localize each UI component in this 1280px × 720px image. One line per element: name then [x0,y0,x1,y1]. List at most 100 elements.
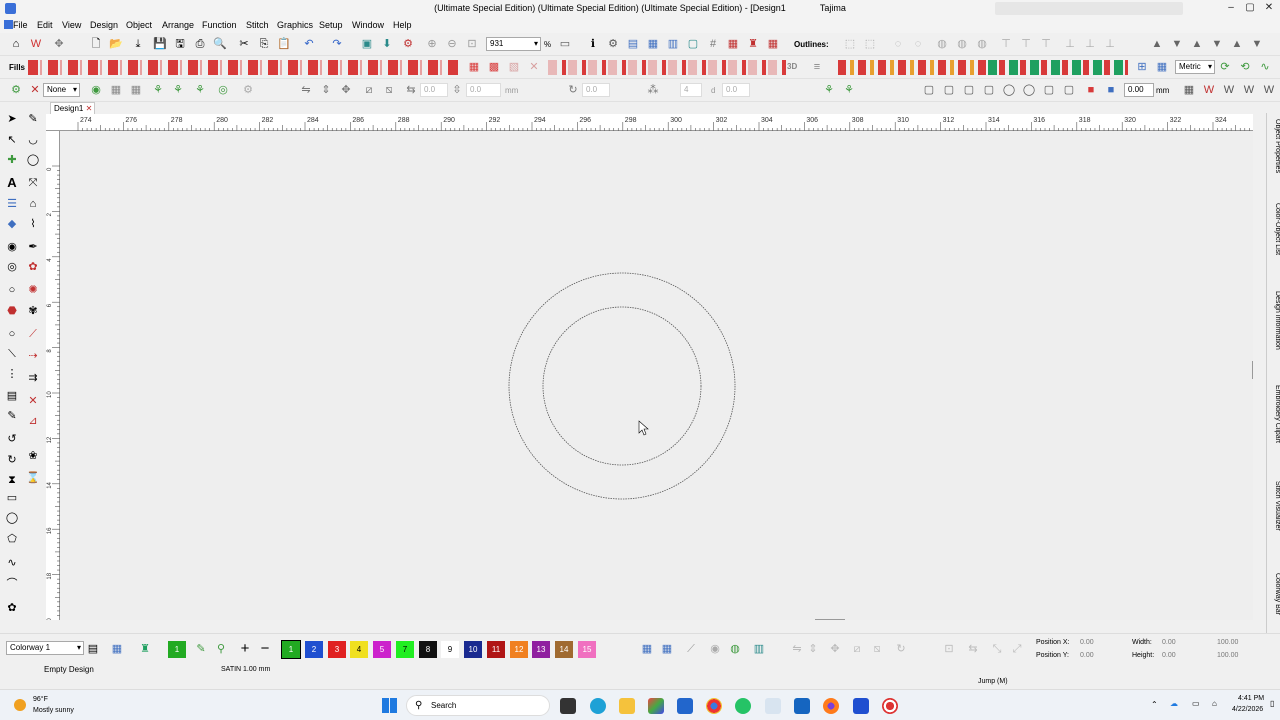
color-swatch-2[interactable]: 2 [305,641,323,658]
menu-help[interactable]: Help [393,20,412,30]
units-dropdown[interactable]: Metric ▾ [1175,60,1215,74]
mirror-icon[interactable]: ⇋ [299,83,313,97]
shape-d-icon[interactable]: ▢ [982,83,996,97]
edge-icon[interactable] [590,698,606,714]
print-preview-icon[interactable]: 🔍 [213,37,227,51]
color-swatch-7[interactable]: 7 [396,641,414,658]
zoom-dropdown[interactable]: 931 ▾ [486,37,541,51]
shape-f-icon[interactable]: ◯ [1022,83,1036,97]
fill-patterns-strip[interactable] [28,60,458,75]
node-edit-icon[interactable]: ↖ [4,132,20,148]
distribute-c-icon[interactable]: ⊥ [1103,37,1117,51]
zoom-box-icon[interactable]: ⊡ [465,37,479,51]
applique-icon[interactable]: ✿ [25,259,41,275]
clipart-icon[interactable]: ✿ [4,600,20,616]
width-value[interactable]: 0.00 [1162,638,1176,648]
bean-icon[interactable]: ⇉ [25,370,41,386]
palette-icon[interactable]: ▦ [766,37,780,51]
shape-e-icon[interactable]: ◯ [1002,83,1016,97]
hoop-select-icon[interactable]: ◯ [25,152,41,168]
clock-time[interactable]: 4:41 PM [1238,694,1264,704]
table-icon[interactable]: ▦ [1155,60,1169,74]
fill-mesh-icon[interactable]: ✕ [527,60,541,74]
spiral-icon[interactable]: ↺ [4,431,20,447]
tie-icon[interactable]: ⌛ [25,470,41,486]
fill-light-icon[interactable]: ▧ [507,60,521,74]
h-scroll-marker[interactable] [815,619,845,620]
app-a-icon[interactable] [677,698,693,714]
scale-width-value[interactable]: 100.00 [1217,638,1238,648]
machine-icon[interactable]: ⚙ [401,37,415,51]
spin-d[interactable]: 4 [680,83,702,97]
trace-e-icon[interactable]: W [1262,83,1276,97]
taskbar-search[interactable]: ⚲ Search [406,695,550,716]
copy-icon[interactable]: ⎘ [257,37,271,51]
tab-design1[interactable]: Design1 ✕ [50,102,95,114]
undo-icon[interactable]: ↶ [302,37,316,51]
fill-effects-strip[interactable] [548,60,788,75]
distribute-a-icon[interactable]: ⊥ [1063,37,1077,51]
shape-h-icon[interactable]: ▢ [1062,83,1076,97]
color-swatch-13[interactable]: 13 [532,641,550,658]
sync-icon[interactable]: ⟲ [1238,60,1252,74]
shape-g-icon[interactable]: ▢ [1042,83,1056,97]
transform-c-icon[interactable]: ✥ [828,642,842,656]
cut-icon[interactable]: ✂ [237,37,251,51]
layout-icon[interactable]: ▥ [666,37,680,51]
rotate-icon[interactable]: ↻ [566,83,580,97]
spin-b[interactable]: 0.0 [466,83,501,97]
position-x-value[interactable]: 0.00 [1080,638,1094,648]
pen-icon[interactable]: ✒ [25,239,41,255]
color-shape-icon[interactable]: ■ [1084,83,1098,97]
outline-b-icon[interactable]: ⬚ [863,37,877,51]
menu-function[interactable]: Function [202,20,237,30]
spin-e[interactable]: 0.0 [722,83,750,97]
fill-angle-icon[interactable]: ⚘ [193,83,207,97]
freehand-tool-icon[interactable]: ∿ [4,555,20,571]
outline-f-icon[interactable]: ◍ [955,37,969,51]
line-tool-icon[interactable]: ⟋ [25,326,41,342]
layers-icon[interactable]: ▤ [4,388,20,404]
stitch-player-icon[interactable]: ▣ [360,37,374,51]
arrow-first-icon[interactable]: ▲ [1230,37,1244,51]
bobbin-icon[interactable]: ◉ [708,642,722,656]
dock-stitch-visualizer[interactable]: Stitch Visualizer [1267,481,1280,531]
app-b-icon[interactable] [765,698,781,714]
trace-c-icon[interactable]: W [1222,83,1236,97]
diamond-icon[interactable]: ◆ [4,216,20,232]
arrow-top-icon[interactable]: ▲ [1190,37,1204,51]
trace-d-icon[interactable]: W [1242,83,1256,97]
dock-design-information[interactable]: Design Information [1267,291,1280,350]
align-c-icon[interactable]: ⊤ [1039,37,1053,51]
fill-pattern-icon[interactable]: ▦ [467,60,481,74]
grid-icon[interactable]: # [706,37,720,51]
flower-icon[interactable]: ✾ [25,303,41,319]
remove-color-icon[interactable]: − [258,641,272,656]
cloud-icon[interactable]: ☁ [1170,699,1178,709]
redo-icon[interactable]: ↷ [330,37,344,51]
menu-window[interactable]: Window [352,20,384,30]
skew-icon[interactable]: ⧅ [382,83,396,97]
close-tab-icon[interactable]: ✕ [86,104,93,113]
paste-icon[interactable]: 📋 [277,37,291,51]
spool-b-icon[interactable]: ▥ [752,642,766,656]
color-swatch-10[interactable]: 10 [464,641,482,658]
gear-icon[interactable]: ⚙ [241,83,255,97]
thread-sort-icon[interactable]: ▦ [660,642,674,656]
height-value[interactable]: 0.00 [1162,651,1176,661]
convert-icon[interactable]: ◎ [216,83,230,97]
curve-icon[interactable]: ∿ [1258,60,1272,74]
thread-chart-icon[interactable]: ▦ [640,642,654,656]
height-icon[interactable]: ⇳ [450,83,464,97]
motif-icon[interactable]: ❀ [25,448,41,464]
colorway-list-icon[interactable]: ▤ [86,642,100,656]
outline-d-icon[interactable]: ◌ [911,37,925,51]
outline-g-icon[interactable]: ◍ [975,37,989,51]
spin-f[interactable]: 0.00 [1124,83,1154,97]
color-grid-icon[interactable]: ▦ [726,37,740,51]
minimize-button[interactable]: – [1222,2,1240,15]
clock-date[interactable]: 4/22/2026 [1232,705,1263,715]
lock-icon[interactable]: ⊡ [942,642,956,656]
design-canvas[interactable] [60,131,1253,620]
lasso-icon[interactable]: ◡ [25,132,41,148]
